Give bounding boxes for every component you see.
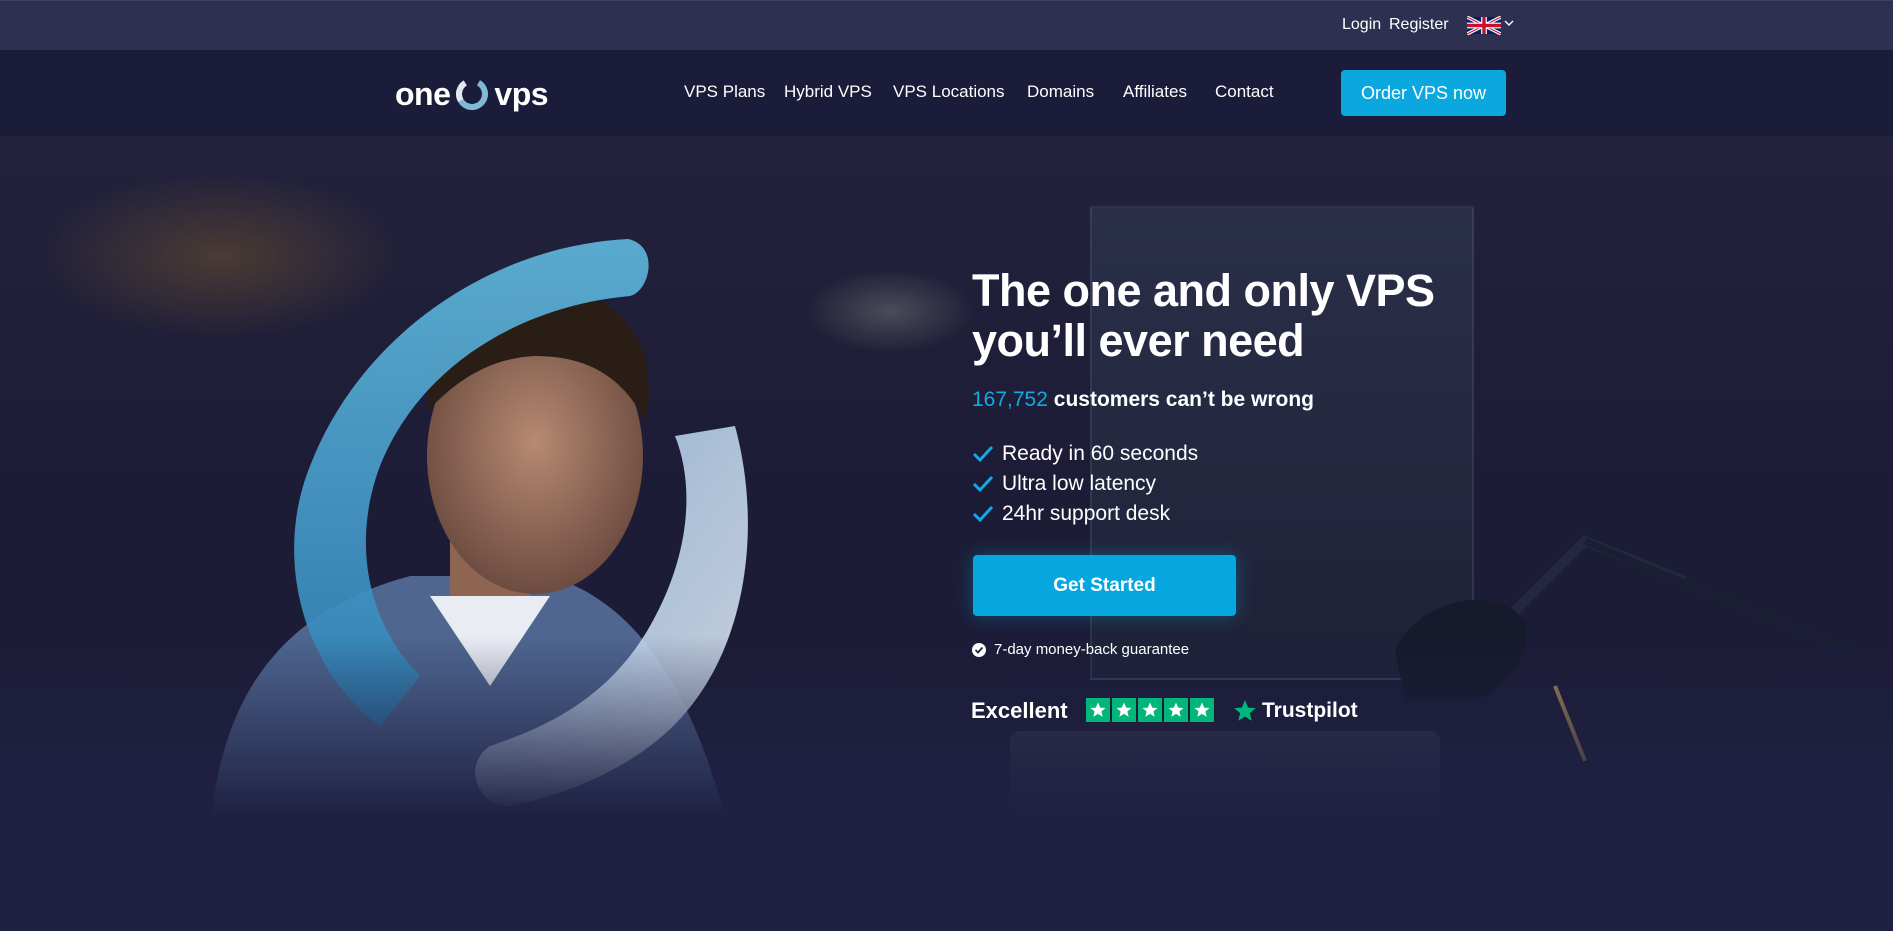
feature-label: 24hr support desk	[1002, 502, 1171, 525]
checkmark-icon	[972, 475, 994, 493]
nav-vps-plans[interactable]: VPS Plans	[684, 82, 765, 102]
guarantee-text: 7-day money-back guarantee	[994, 641, 1190, 658]
feature-label: Ultra low latency	[1002, 472, 1157, 495]
star-icon	[1086, 698, 1110, 722]
customer-count: 167,752	[972, 388, 1048, 411]
onevps-logo[interactable]: one vps	[395, 74, 549, 114]
star-icon	[1190, 698, 1214, 722]
hero-bottom-fade	[0, 636, 1893, 836]
register-link[interactable]: Register	[1389, 16, 1449, 34]
uk-flag-icon[interactable]	[1467, 16, 1501, 35]
feature-item: 24hr support desk	[972, 502, 1170, 526]
trustpilot-stars[interactable]	[1086, 698, 1216, 722]
logo-word-vps: vps	[494, 75, 549, 112]
checkmark-icon	[972, 445, 994, 463]
get-started-button[interactable]: Get Started	[973, 555, 1236, 616]
logo-ring-icon	[456, 78, 489, 110]
trustpilot-text: Trustpilot	[1262, 699, 1358, 722]
logo-word-one: one	[395, 75, 451, 112]
hero-section	[0, 136, 1893, 836]
feature-label: Ready in 60 seconds	[1002, 442, 1199, 465]
star-icon	[1112, 698, 1136, 722]
nav-contact[interactable]: Contact	[1215, 82, 1274, 102]
star-icon	[1164, 698, 1188, 722]
login-link[interactable]: Login	[1342, 16, 1381, 34]
customer-text: customers can’t be wrong	[1053, 388, 1314, 411]
feature-item: Ultra low latency	[972, 472, 1156, 496]
headline-line-2: you’ll ever need	[972, 315, 1305, 366]
nav-domains[interactable]: Domains	[1027, 82, 1094, 102]
customer-count-line: 167,752 customers can’t be wrong	[972, 388, 1314, 412]
checkmark-icon	[972, 505, 994, 523]
order-vps-button[interactable]: Order VPS now	[1341, 70, 1506, 116]
main-navbar: one vps VPS Plans Hybrid VPS VPS Locatio…	[0, 50, 1893, 136]
money-back-guarantee: 7-day money-back guarantee	[972, 641, 1189, 658]
star-icon	[1138, 698, 1162, 722]
nav-hybrid-vps[interactable]: Hybrid VPS	[784, 82, 872, 102]
top-utility-bar: Login Register	[0, 0, 1893, 50]
nav-vps-locations[interactable]: VPS Locations	[893, 82, 1005, 102]
hero-headline: The one and only VPS you’ll ever need	[972, 266, 1435, 366]
feature-item: Ready in 60 seconds	[972, 442, 1198, 466]
check-circle-icon	[972, 642, 986, 657]
trustpilot-logo[interactable]: Trustpilot	[1232, 698, 1358, 724]
chevron-down-icon[interactable]	[1504, 18, 1514, 28]
trustpilot-star-icon	[1234, 700, 1256, 721]
headline-line-1: The one and only VPS	[972, 265, 1435, 316]
rating-label: Excellent	[971, 698, 1068, 723]
nav-affiliates[interactable]: Affiliates	[1123, 82, 1187, 102]
